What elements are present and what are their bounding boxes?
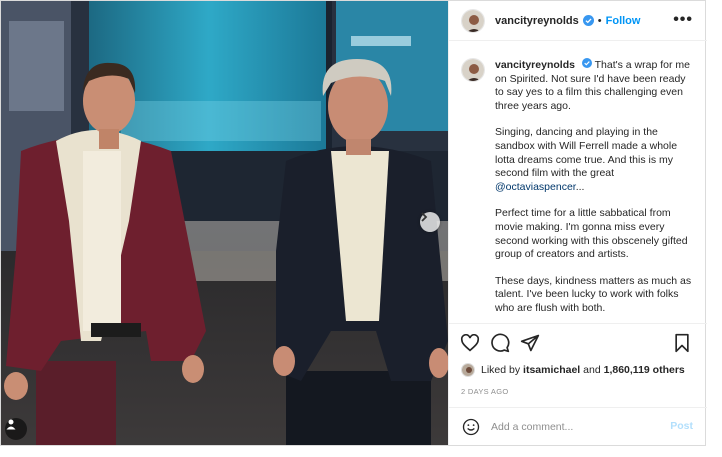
- post-side-panel: vancityreynolds • Follow ••• vancityreyn…: [448, 1, 707, 445]
- paper-plane-icon: [520, 334, 540, 352]
- share-button[interactable]: [519, 332, 541, 354]
- likes-summary: Liked by itsamichael and 1,860,119 other…: [461, 363, 685, 377]
- heart-icon: [460, 334, 480, 352]
- header-separator: •: [597, 14, 602, 27]
- profile-avatar-icon: [462, 9, 484, 32]
- more-options-button[interactable]: •••: [673, 11, 693, 29]
- add-comment-bar: Post: [449, 407, 707, 445]
- comment-bubble-icon: [491, 333, 510, 353]
- header-username[interactable]: vancityreynolds: [495, 15, 579, 27]
- likes-count[interactable]: 1,860,119 others: [604, 364, 685, 376]
- comments-section[interactable]: vancityreynolds That's a wrap for me on …: [449, 42, 707, 317]
- like-button[interactable]: [459, 332, 481, 354]
- tagged-users-button[interactable]: [5, 418, 27, 440]
- instagram-post: vancityreynolds • Follow ••• vancityreyn…: [0, 0, 707, 446]
- smiley-icon: [462, 418, 480, 435]
- caption-avatar[interactable]: [461, 58, 485, 82]
- follow-button[interactable]: Follow: [606, 15, 641, 27]
- post-header: vancityreynolds • Follow •••: [449, 1, 707, 41]
- caption-ellipsis: ...: [575, 180, 585, 193]
- likes-connector: and: [583, 364, 601, 376]
- caption-paragraph-4: These days, kindness matters as much as …: [495, 274, 692, 314]
- verified-badge-icon: [582, 15, 594, 26]
- next-image-button[interactable]: [420, 212, 440, 232]
- comment-input[interactable]: [491, 420, 661, 433]
- verified-badge-icon: [581, 58, 592, 68]
- save-button[interactable]: [671, 332, 693, 354]
- profile-avatar-icon: [462, 59, 484, 81]
- movie-still-image: [1, 1, 448, 445]
- comment-button[interactable]: [489, 332, 511, 354]
- profile-avatar-icon: [462, 364, 474, 376]
- chevron-right-icon: [421, 212, 428, 222]
- liker-avatar[interactable]: [461, 363, 475, 377]
- caption-username[interactable]: vancityreynolds: [495, 59, 575, 71]
- likes-prefix: Liked by: [481, 364, 521, 376]
- caption-paragraph-3: Perfect time for a little sabbatical fro…: [495, 207, 688, 261]
- post-comment-button[interactable]: Post: [670, 420, 693, 432]
- post-photo[interactable]: [1, 1, 448, 445]
- action-bar: [449, 323, 707, 359]
- person-icon: [6, 419, 16, 430]
- caption-paragraph-2: Singing, dancing and playing in the sand…: [495, 126, 678, 180]
- post-date[interactable]: 2 DAYS AGO: [461, 387, 508, 396]
- emoji-button[interactable]: [461, 417, 481, 437]
- liker-username[interactable]: itsamichael: [523, 364, 580, 376]
- avatar[interactable]: [461, 8, 485, 33]
- bookmark-icon: [675, 333, 689, 353]
- mention-link[interactable]: @octaviaspencer: [495, 181, 576, 193]
- caption-row: vancityreynolds That's a wrap for me on …: [461, 58, 695, 317]
- post-caption: vancityreynolds That's a wrap for me on …: [495, 58, 695, 317]
